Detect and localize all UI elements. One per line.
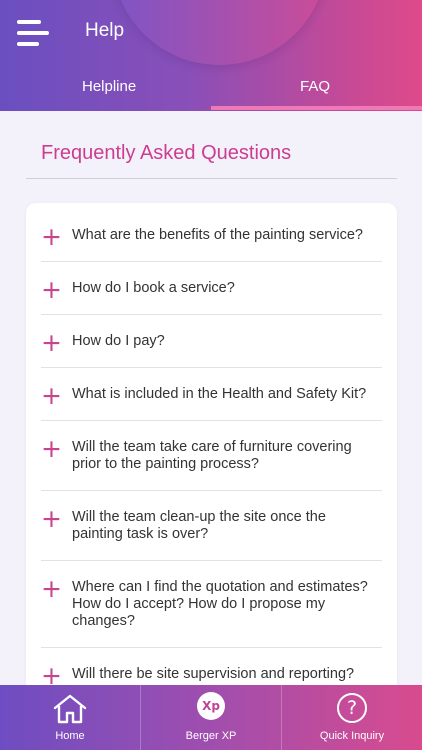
nav-home[interactable]: Home [0,685,140,750]
plus-icon: + [41,275,62,304]
faq-item[interactable]: + Where can I find the quotation and est… [41,574,382,647]
faq-question: How do I pay? [72,333,165,349]
nav-home-label: Home [55,730,85,742]
faq-question: What is included in the Health and Safet… [72,386,367,402]
nav-quick-inquiry[interactable]: ? Quick Inquiry [282,685,422,750]
header-decoration [112,0,327,65]
faq-divider [41,490,382,491]
faq-item[interactable]: + What is included in the Health and Saf… [41,381,382,422]
section-divider [26,178,397,179]
plus-icon: + [41,574,62,603]
question-icon: ? [337,693,367,723]
bottom-navigation: Home Xp Berger XP ? Quick Inquiry [0,685,422,750]
nav-berger-xp[interactable]: Xp Berger XP [141,685,281,750]
app-header: Help Helpline FAQ [0,0,422,111]
faq-question: Will the team take care of furniture cov… [72,439,352,472]
tab-helpline[interactable]: Helpline [82,78,136,95]
faq-question: Will the team clean-up the site once the… [72,509,326,542]
plus-icon: + [41,381,62,410]
section-title: Frequently Asked Questions [41,142,292,164]
plus-icon: + [41,222,62,251]
page-title: Help [85,20,125,41]
faq-question: Will there be site supervision and repor… [72,666,355,682]
faq-question: Where can I find the quotation and estim… [72,579,368,629]
plus-icon: + [41,434,62,463]
tab-faq[interactable]: FAQ [300,78,330,95]
faq-divider [41,314,382,315]
nav-quick-inquiry-label: Quick Inquiry [319,730,385,742]
faq-divider [41,420,382,421]
home-icon [53,694,87,724]
nav-berger-xp-label: Berger XP [185,730,237,742]
hamburger-menu-icon[interactable] [17,20,51,46]
faq-divider [41,261,382,262]
faq-question: What are the benefits of the painting se… [72,227,363,243]
berger-xp-icon: Xp [197,692,225,720]
faq-divider [41,647,382,648]
faq-item[interactable]: + How do I book a service? [41,275,382,316]
faq-divider [41,367,382,368]
faq-item[interactable]: + How do I pay? [41,328,382,369]
faq-question: How do I book a service? [72,280,235,296]
faq-divider [41,560,382,561]
faq-card: + What are the benefits of the painting … [26,203,397,723]
faq-item[interactable]: + Will the team clean-up the site once t… [41,504,382,559]
plus-icon: + [41,504,62,533]
plus-icon: + [41,328,62,357]
faq-item[interactable]: + What are the benefits of the painting … [41,222,382,263]
faq-item[interactable]: + Will the team take care of furniture c… [41,434,382,489]
active-tab-indicator [211,106,422,110]
